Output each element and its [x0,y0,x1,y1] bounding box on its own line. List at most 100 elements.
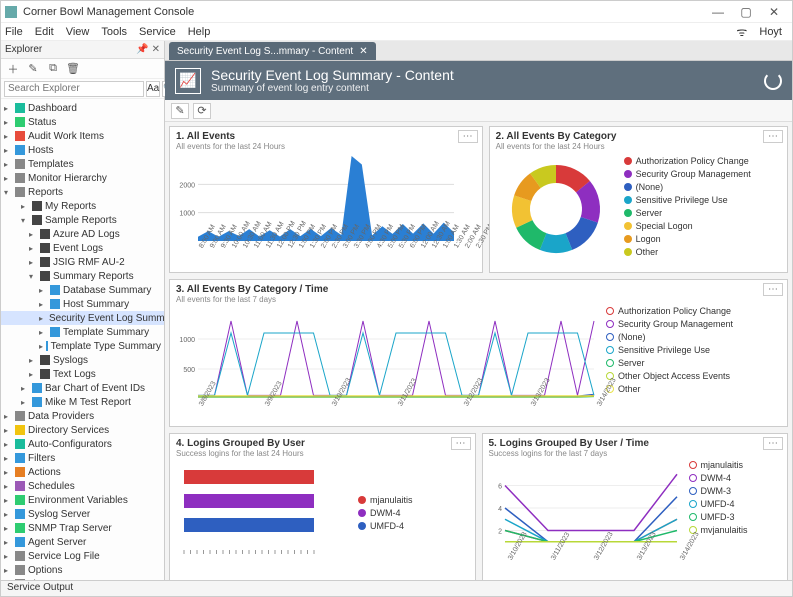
refresh-button[interactable]: ⟳ [193,103,211,119]
pin-icon[interactable]: 📌 ✕ [136,44,160,55]
tree-node[interactable]: ▸Actions [1,465,164,479]
legend-item: Logon [624,232,751,245]
panel-logins-by-user-time: ⋯ 5. Logins Grouped By User / Time Succe… [482,433,789,580]
tree-node[interactable]: ▸Templates [1,157,164,171]
tree-node[interactable]: ▸Host Summary [1,297,164,311]
tree-node[interactable]: ▸Database Summary [1,283,164,297]
tree-node[interactable]: ▸Data Providers [1,409,164,423]
match-case-button[interactable]: Aa [146,81,160,97]
svg-text:4: 4 [498,506,502,513]
menu-tools[interactable]: Tools [101,26,127,38]
panel4-sub: Success logins for the last 24 Hours [176,449,469,458]
legend-category-time: Authorization Policy ChangeSecurity Grou… [606,304,733,404]
legend-item: Other Object Access Events [606,369,733,382]
explorer-search: Aa 🔍 [1,79,164,99]
tree-node[interactable]: ▸Service Log File [1,549,164,563]
tree-node[interactable]: ▸Agent Server [1,535,164,549]
edit-button[interactable]: ✎ [24,61,42,77]
legend-item: Server [606,356,733,369]
tree-node[interactable]: ▾Summary Reports [1,269,164,283]
menu-file[interactable]: File [5,26,23,38]
legend-item: DWM-3 [689,484,748,497]
close-button[interactable]: ✕ [760,5,788,19]
titlebar: Corner Bowl Management Console — ▢ ✕ [1,1,792,23]
panel1-menu[interactable]: ⋯ [458,130,478,143]
tree-node[interactable]: ▸Template Summary [1,325,164,339]
add-button[interactable]: ＋ [4,61,22,77]
tree-node[interactable]: ▸Schedules [1,479,164,493]
explorer-tree[interactable]: ▸Dashboard▸Status▸Audit Work Items▸Hosts… [1,99,164,580]
panel4-menu[interactable]: ⋯ [451,437,471,450]
edit-content-button[interactable]: ✎ [171,103,189,119]
tree-node[interactable]: ▾Reports [1,185,164,199]
maximize-button[interactable]: ▢ [732,5,760,19]
tree-node[interactable]: ▸My Reports [1,199,164,213]
tree-node[interactable]: ▸Filters [1,451,164,465]
tree-node[interactable]: ▸Environment Variables [1,493,164,507]
search-input[interactable] [4,81,144,97]
statusbar-text: Service Output [7,582,73,593]
window-title: Corner Bowl Management Console [23,6,704,18]
tree-node[interactable]: ▸Bar Chart of Event IDs [1,381,164,395]
user-indicator[interactable]: ᯤ Hoyt [736,23,782,40]
legend-item: Server [624,206,751,219]
svg-text:6: 6 [498,484,502,491]
explorer-header: Explorer 📌 ✕ [1,41,164,59]
tree-node[interactable]: ▸Directory Services [1,423,164,437]
explorer-panel: Explorer 📌 ✕ ＋ ✎ ⧉ 🗑 Aa 🔍 ▸Dashboard▸Sta… [1,41,165,580]
page-header: 📈 Security Event Log Summary - Content S… [165,61,792,100]
tree-node[interactable]: ▸Mike M Test Report [1,395,164,409]
tree-node[interactable]: ▸Syslogs [1,353,164,367]
tree-node[interactable]: ▾Sample Reports [1,213,164,227]
legend-item: (None) [606,330,733,343]
menu-help[interactable]: Help [188,26,211,38]
panels: ⋯ 1. All Events All events for the last … [165,122,792,580]
tab-security-event-log-summary[interactable]: Security Event Log S...mmary - Content ✕ [169,42,376,60]
tree-node[interactable]: ▸Audit Work Items [1,129,164,143]
tree-node[interactable]: ▸Event Logs [1,241,164,255]
legend-events-by-category: Authorization Policy ChangeSecurity Grou… [624,154,751,258]
menu-edit[interactable]: Edit [35,26,54,38]
legend-item: mjanulaitis [358,494,413,507]
tree-node[interactable]: ▸Hosts [1,143,164,157]
legend-logins-bar: mjanulaitisDWM-4UMFD-4 [358,494,413,533]
legend-item: Special Logon [624,219,751,232]
legend-item: Other [624,245,751,258]
tree-node[interactable]: ▸Azure AD Logs [1,227,164,241]
tree-node[interactable]: ▸Status [1,115,164,129]
tree-node[interactable]: ▸JSIG RMF AU-2 [1,255,164,269]
tree-node[interactable]: ▸Security Event Log Summary [1,311,164,325]
panel3-menu[interactable]: ⋯ [763,283,783,296]
tree-node[interactable]: ▸Syslog Server [1,507,164,521]
panel-logins-by-user: ⋯ 4. Logins Grouped By User Success logi… [169,433,476,580]
svg-text:1000: 1000 [179,211,195,218]
legend-item: Sensitive Privilege Use [624,193,751,206]
user-name: Hoyt [759,26,782,38]
svg-text:2: 2 [498,529,502,536]
panel2-menu[interactable]: ⋯ [763,130,783,143]
menubar: File Edit View Tools Service Help ᯤ Hoyt [1,23,792,41]
tree-node[interactable]: ▸Options [1,563,164,577]
panel5-menu[interactable]: ⋯ [763,437,783,450]
menu-view[interactable]: View [66,26,90,38]
menu-service[interactable]: Service [139,26,176,38]
tree-node[interactable]: ▸Dashboard [1,101,164,115]
tree-node[interactable]: ▸Monitor Hierarchy [1,171,164,185]
svg-text:2000: 2000 [179,182,195,189]
chart-category-time: 5001000 [176,304,596,404]
page-subtitle: Summary of event log entry content [211,83,454,94]
tab-close-icon[interactable]: ✕ [359,46,367,57]
tree-node[interactable]: ▸SNMP Trap Server [1,521,164,535]
panel5-sub: Success logins for the last 7 days [489,449,782,458]
legend-item: Authorization Policy Change [624,154,751,167]
tree-node[interactable]: ▸Template Type Summary [1,339,164,353]
legend-item: DWM-4 [689,471,748,484]
tree-node[interactable]: ▸Text Logs [1,367,164,381]
tree-node[interactable]: ▸Auto-Configurators [1,437,164,451]
minimize-button[interactable]: — [704,5,732,19]
chart-donut [496,151,616,261]
copy-button[interactable]: ⧉ [44,61,62,77]
tab-strip: Security Event Log S...mmary - Content ✕ [165,41,792,61]
panel2-title: 2. All Events By Category [496,131,781,142]
delete-button[interactable]: 🗑 [64,61,82,77]
